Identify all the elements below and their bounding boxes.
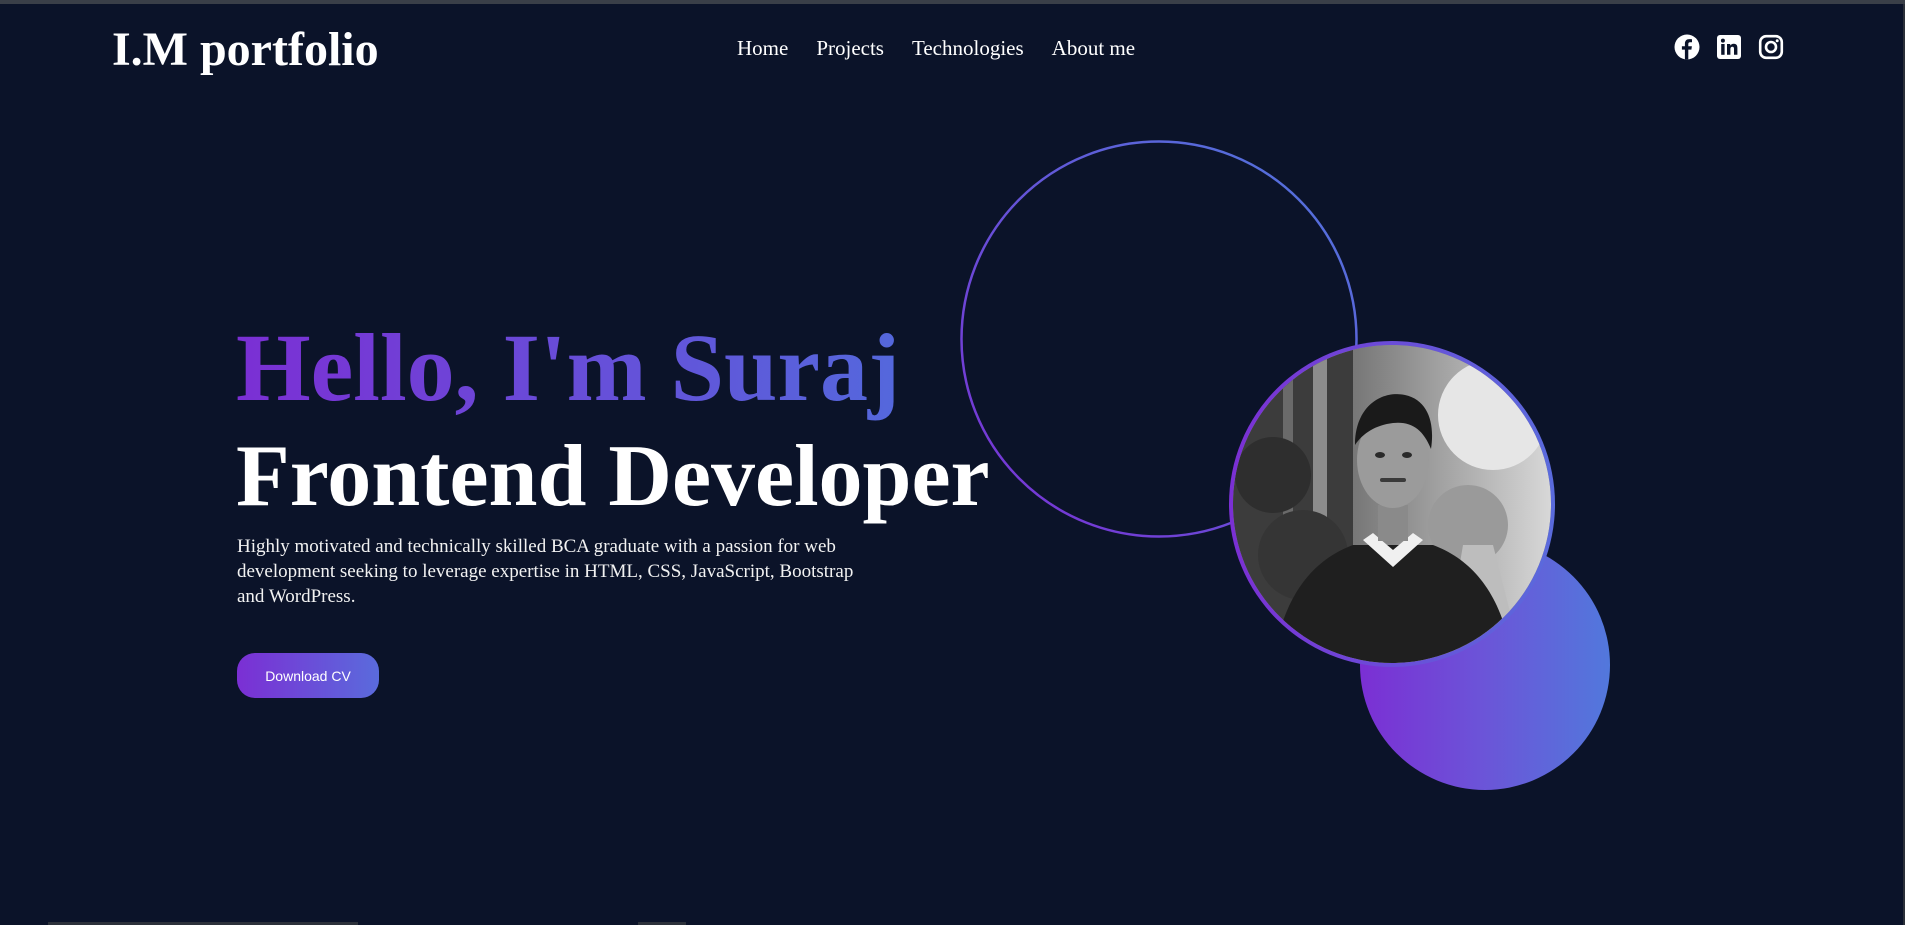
- site-logo[interactable]: I.M portfolio: [112, 20, 379, 80]
- instagram-icon[interactable]: [1758, 34, 1784, 60]
- hero-bio: Highly motivated and technically skilled…: [237, 536, 854, 607]
- hero-role: Frontend Developer: [236, 428, 990, 525]
- main-nav: Home Projects Technologies About me: [737, 34, 1163, 62]
- profile-photo-frame: [1229, 341, 1555, 667]
- nav-home-link[interactable]: Home: [737, 34, 788, 62]
- nav-technologies-link[interactable]: Technologies: [912, 34, 1024, 62]
- social-links: [1674, 34, 1784, 60]
- nav-projects-link[interactable]: Projects: [816, 34, 884, 62]
- page: I.M portfolio Home Projects Technologies…: [0, 0, 1905, 925]
- profile-photo: [1233, 345, 1551, 663]
- facebook-icon[interactable]: [1674, 34, 1700, 60]
- hero-greeting: Hello, I'm Suraj: [236, 310, 900, 425]
- nav-about-link[interactable]: About me: [1052, 34, 1135, 62]
- download-cv-button[interactable]: Download CV: [237, 653, 379, 698]
- linkedin-icon[interactable]: [1716, 34, 1742, 60]
- window-top-edge: [0, 0, 1905, 4]
